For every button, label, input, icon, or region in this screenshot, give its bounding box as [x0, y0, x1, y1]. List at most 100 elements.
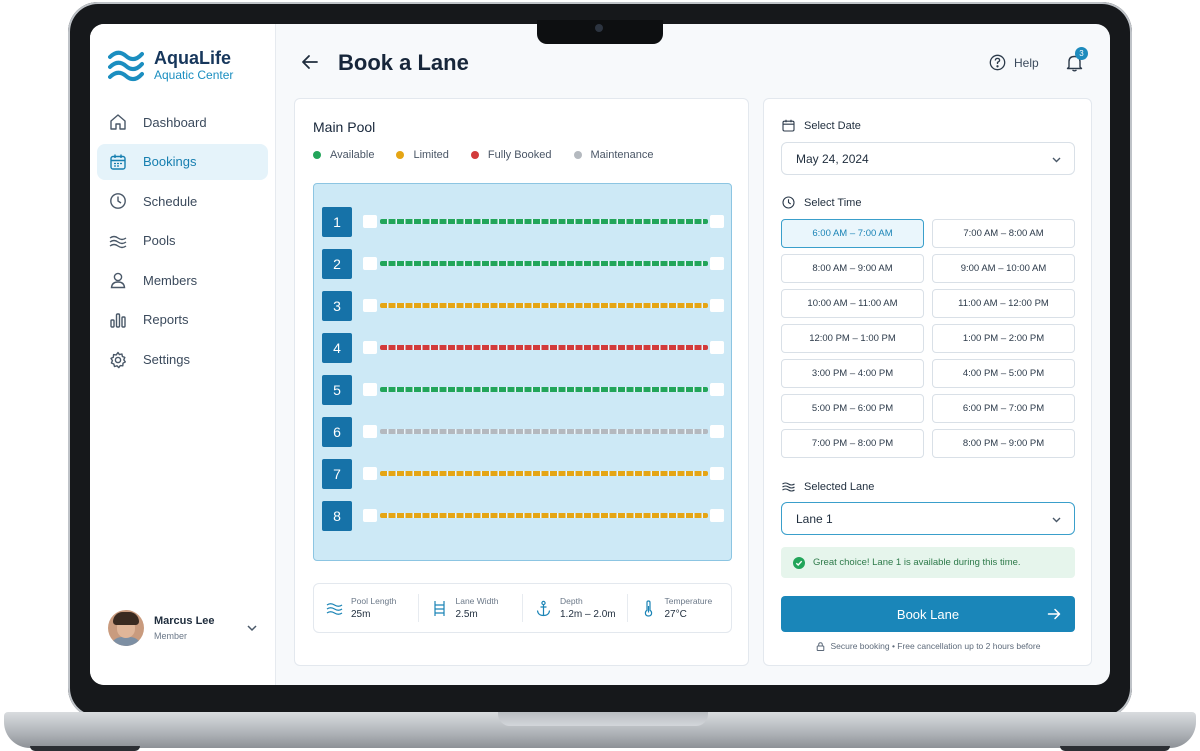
sidebar-item-pools[interactable]: Pools — [97, 223, 268, 259]
lane-7[interactable]: 7 — [322, 459, 726, 489]
sidebar-item-bookings[interactable]: Bookings — [97, 143, 268, 180]
brand-subtitle: Aquatic Center — [154, 68, 234, 82]
lane-number: 6 — [322, 417, 352, 447]
sidebar-item-dashboard[interactable]: Dashboard — [97, 104, 268, 140]
page-title: Book a Lane — [338, 50, 469, 75]
legend-label: Available — [330, 149, 375, 161]
back-arrow-icon[interactable] — [300, 52, 320, 72]
time-slot[interactable]: 10:00 AM – 11:00 AM — [781, 288, 924, 319]
thermometer-icon — [644, 599, 652, 617]
sidebar: AquaLife Aquatic Center Dashboard Bookin… — [90, 24, 276, 685]
lane-2[interactable]: 2 — [322, 249, 726, 279]
check-circle-icon — [793, 556, 805, 569]
brand[interactable]: AquaLife Aquatic Center — [108, 48, 233, 82]
camera-icon — [595, 24, 603, 32]
sidebar-item-label: Schedule — [143, 193, 198, 209]
lane-block — [363, 215, 377, 228]
lane-1[interactable]: 1 — [322, 207, 726, 237]
clock-icon — [782, 196, 795, 209]
sidebar-item-members[interactable]: Members — [97, 262, 268, 298]
date-select[interactable]: May 24, 2024 — [781, 142, 1075, 175]
booking-panel: Select Date May 24, 2024 Select Time 6:0… — [763, 98, 1092, 666]
question-icon — [989, 54, 1006, 71]
pool-stats: Pool Length 25m Lane Width 2.5m Depth 1.2m … — [313, 583, 732, 633]
stat-value: 25m — [351, 609, 371, 620]
lane-block — [363, 299, 377, 312]
lane-number: 5 — [322, 375, 352, 405]
help-button[interactable]: Help — [989, 54, 1039, 71]
stat-label: Pool Length — [351, 596, 397, 606]
lane-8[interactable]: 8 — [322, 501, 726, 531]
waves-icon — [326, 602, 343, 615]
sidebar-nav: Dashboard Bookings Schedule Pools Member… — [97, 104, 268, 381]
time-slot-grid: 6:00 AM – 7:00 AM 7:00 AM – 8:00 AM 8:00… — [781, 219, 1075, 459]
time-slot[interactable]: 9:00 AM – 10:00 AM — [932, 253, 1075, 284]
lane-select[interactable]: Lane 1 — [781, 502, 1075, 535]
stat-pool-length: Pool Length 25m — [314, 594, 419, 622]
stat-depth: Depth 1.2m – 2.0m — [523, 594, 628, 622]
stat-value: 27°C — [664, 609, 687, 620]
legend-dot — [470, 151, 479, 159]
time-slot[interactable]: 4:00 PM – 5:00 PM — [932, 358, 1075, 389]
chevron-down-icon[interactable] — [246, 622, 258, 634]
user-menu[interactable]: Marcus Lee Member — [108, 610, 258, 646]
lane-4[interactable]: 4 — [322, 333, 726, 363]
sidebar-item-label: Members — [143, 272, 198, 288]
lane-6[interactable]: 6 — [322, 417, 726, 447]
legend-label: Maintenance — [590, 149, 654, 161]
user-name: Marcus Lee — [154, 615, 215, 627]
time-slot[interactable]: 8:00 AM – 9:00 AM — [781, 253, 924, 284]
arrow-right-icon — [1047, 608, 1061, 620]
time-slot[interactable]: 7:00 AM – 8:00 AM — [932, 219, 1075, 249]
laptop-foot-right — [1060, 746, 1170, 751]
time-slot[interactable]: 3:00 PM – 4:00 PM — [781, 358, 924, 389]
stat-lane-width: Lane Width 2.5m — [419, 594, 523, 622]
pool-card: Main Pool Available Limited Fully Booked… — [294, 98, 749, 666]
lane-number: 4 — [322, 333, 352, 363]
availability-message: Great choice! Lane 1 is available during… — [781, 547, 1075, 578]
legend-item-available: Available — [313, 149, 374, 161]
legend-label: Limited — [413, 149, 449, 161]
sidebar-item-settings[interactable]: Settings — [97, 342, 268, 378]
pool-legend: Available Limited Fully Booked Maintenan… — [313, 149, 676, 161]
time-slot[interactable]: 5:00 PM – 6:00 PM — [781, 393, 924, 424]
lane-rope — [380, 513, 708, 518]
stat-value: 2.5m — [455, 609, 478, 620]
time-slot[interactable]: 1:00 PM – 2:00 PM — [932, 323, 1075, 354]
lane-number: 8 — [322, 501, 352, 531]
notification-badge: 3 — [1075, 47, 1088, 60]
sidebar-item-reports[interactable]: Reports — [97, 302, 268, 338]
stat-value: 1.2m – 2.0m — [560, 609, 616, 620]
time-slot[interactable]: 12:00 PM – 1:00 PM — [781, 323, 924, 354]
lane-rope — [380, 303, 708, 308]
page-header: Book a Lane Help 3 — [276, 24, 1110, 98]
lane-block — [710, 509, 724, 522]
legend-item-limited: Limited — [396, 149, 449, 161]
legend-label: Fully Booked — [487, 149, 552, 161]
time-slot[interactable]: 6:00 PM – 7:00 PM — [932, 393, 1075, 424]
lane-5[interactable]: 5 — [322, 375, 726, 405]
lane-block — [710, 341, 724, 354]
lane-rope — [380, 219, 708, 224]
chevron-down-icon — [1052, 157, 1061, 163]
time-slot[interactable]: 8:00 PM – 9:00 PM — [932, 428, 1075, 459]
sidebar-item-label: Reports — [143, 312, 189, 328]
book-lane-label: Book Lane — [896, 606, 960, 622]
lane-block — [710, 425, 724, 438]
book-lane-button[interactable]: Book Lane — [781, 596, 1075, 632]
lane-block — [710, 383, 724, 396]
sidebar-item-schedule[interactable]: Schedule — [97, 183, 268, 219]
sidebar-item-label: Pools — [143, 233, 176, 249]
sidebar-item-label: Settings — [143, 352, 190, 368]
selected-lane-label: Selected Lane — [782, 480, 874, 493]
time-slot[interactable]: 11:00 AM – 12:00 PM — [932, 288, 1075, 319]
lane-3[interactable]: 3 — [322, 291, 726, 321]
stat-label: Lane Width — [455, 596, 499, 606]
time-slot[interactable]: 6:00 AM – 7:00 AM — [781, 219, 924, 249]
lane-block — [363, 467, 377, 480]
avatar — [108, 610, 144, 646]
time-slot[interactable]: 7:00 PM – 8:00 PM — [781, 428, 924, 459]
laptop-foot-left — [30, 746, 140, 751]
lane-rope — [380, 261, 708, 266]
lane-block — [710, 467, 724, 480]
